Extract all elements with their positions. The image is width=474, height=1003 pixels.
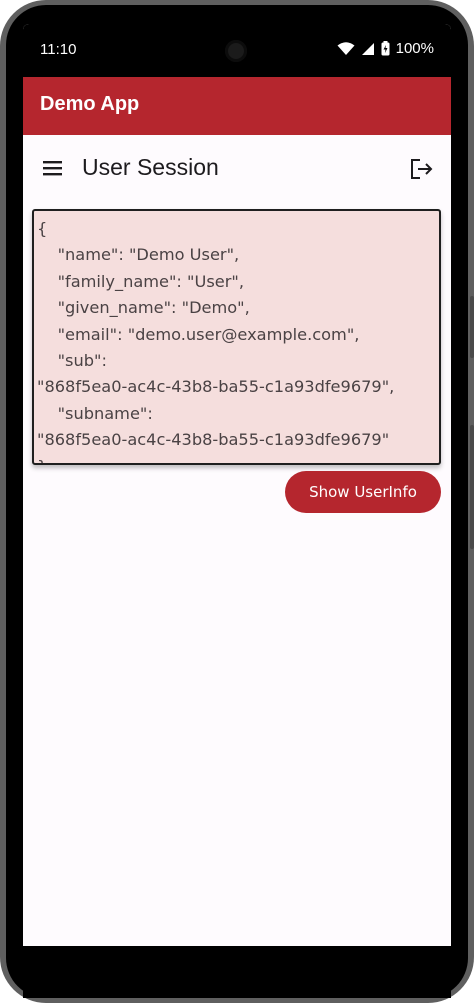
navigation-bar bbox=[23, 946, 451, 998]
hamburger-menu-icon bbox=[43, 161, 62, 176]
logout-icon bbox=[411, 159, 433, 179]
show-userinfo-button[interactable]: Show UserInfo bbox=[285, 471, 441, 513]
logout-button[interactable] bbox=[407, 154, 437, 184]
status-bar: 11:10 100% bbox=[23, 24, 451, 77]
phone-frame: 11:10 100% Demo App User Session {"name… bbox=[0, 0, 474, 1003]
front-camera bbox=[225, 40, 247, 62]
battery-level: 100% bbox=[395, 40, 434, 57]
app-title: Demo App bbox=[40, 93, 140, 115]
status-icons: 100% bbox=[337, 40, 434, 57]
battery-icon bbox=[381, 41, 390, 56]
volume-button bbox=[470, 296, 474, 358]
signal-icon bbox=[361, 42, 374, 55]
wifi-icon bbox=[337, 41, 355, 55]
status-time: 11:10 bbox=[40, 41, 77, 58]
user-session-json: { "name": "Demo User", "family_name": "U… bbox=[32, 209, 441, 465]
app-bar: Demo App bbox=[23, 77, 451, 135]
menu-button[interactable] bbox=[37, 155, 69, 181]
session-toolbar: User Session bbox=[23, 135, 451, 201]
power-button bbox=[470, 425, 474, 549]
app-screen: 11:10 100% Demo App User Session {"name… bbox=[23, 24, 451, 946]
page-title: User Session bbox=[82, 154, 219, 180]
